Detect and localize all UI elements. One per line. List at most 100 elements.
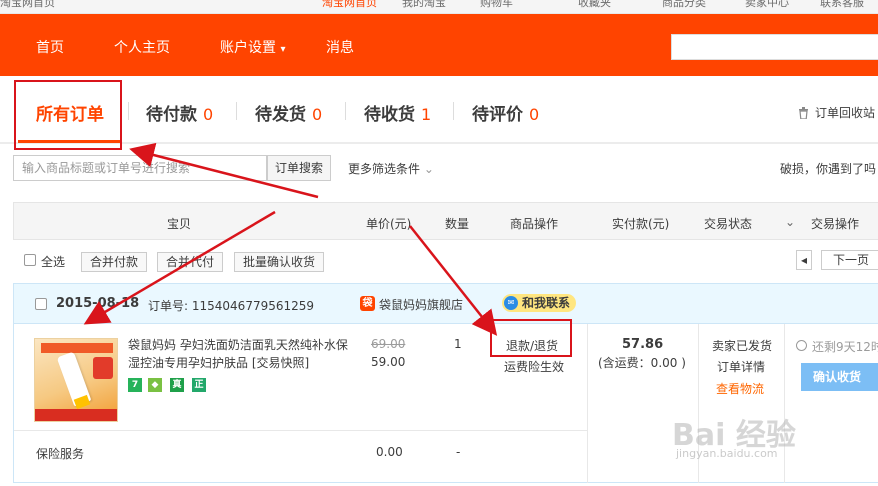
tab-pending-shipment[interactable]: 待发货 0 xyxy=(255,100,322,125)
batch-confirm-button[interactable]: 批量确认收货 xyxy=(234,252,325,272)
col-item: 宝贝 xyxy=(167,217,192,231)
insurance-quantity: - xyxy=(456,445,461,459)
nav-profile[interactable]: 个人主页 xyxy=(114,37,170,57)
shop-icon: 袋 xyxy=(360,296,375,311)
seven-day-return-icon: 7 xyxy=(128,378,142,392)
col-ops: 交易操作 xyxy=(811,217,860,231)
tab-divider xyxy=(236,102,237,120)
thumbnail-strip xyxy=(35,409,117,421)
product-thumbnail[interactable] xyxy=(34,338,118,422)
top-link-mytaobao[interactable]: 我的淘宝 xyxy=(402,0,446,10)
shipping-insurance-status: 运费险生效 xyxy=(504,360,565,374)
paid-amount: 57.86 xyxy=(622,337,664,352)
top-link-seller[interactable]: 卖家中心 xyxy=(745,0,789,10)
tab-count: 1 xyxy=(421,105,432,124)
order-status: 卖家已发货 xyxy=(712,339,773,353)
thumbnail-banner xyxy=(41,343,113,353)
nav-messages[interactable]: 消息 xyxy=(326,37,354,57)
tab-label: 待发货 xyxy=(255,105,306,125)
tab-label: 待评价 xyxy=(472,105,523,125)
order-detail-link[interactable]: 订单详情 xyxy=(717,358,765,375)
top-link-home[interactable]: 淘宝网首页 xyxy=(0,0,55,10)
order-search-button[interactable]: 订单搜索 xyxy=(267,155,331,181)
top-strip: 淘宝网首页 淘宝网首页 我的淘宝 购物车 收藏夹 商品分类 卖家中心 联系客服 xyxy=(0,0,878,14)
order-tabs: 所有订单 待付款 0 待发货 0 待收货 1 待评价 0 订单回收站 xyxy=(0,76,878,144)
top-link-cart[interactable]: 购物车 xyxy=(480,0,513,10)
top-link-category[interactable]: 商品分类 xyxy=(662,0,706,10)
item-quantity: 1 xyxy=(454,337,462,351)
merge-proxy-button[interactable]: 合并代付 xyxy=(157,252,224,272)
top-link-service[interactable]: 联系客服 xyxy=(820,0,864,10)
contact-seller-label: 和我联系 xyxy=(522,296,571,310)
shop-name-link[interactable]: 袋鼠妈妈旗舰店 xyxy=(379,296,463,313)
order-checkbox[interactable] xyxy=(35,298,47,310)
top-link-fav[interactable]: 收藏夹 xyxy=(578,0,611,10)
col-unit-price: 单价(元) xyxy=(366,217,412,231)
chevron-down-icon: ▾ xyxy=(280,44,286,55)
order-number: 订单号: 1154046779561259 xyxy=(148,297,314,314)
prev-page-button[interactable]: ◂ xyxy=(796,250,812,270)
chevron-down-icon[interactable]: ⌄ xyxy=(785,215,795,229)
tab-count: 0 xyxy=(203,105,214,124)
merge-pay-button[interactable]: 合并付款 xyxy=(81,252,148,272)
tab-pending-review[interactable]: 待评价 0 xyxy=(472,100,539,125)
order-number-value: 1154046779561259 xyxy=(191,299,315,313)
bulk-actions-row: 全选 合并付款 合并代付 批量确认收货 ◂ 下一页 xyxy=(13,248,878,274)
tab-label: 待付款 xyxy=(146,105,197,125)
thumbnail-badge xyxy=(93,357,113,379)
recycle-bin-link[interactable]: 订单回收站 xyxy=(798,104,875,121)
recycle-bin-label: 订单回收站 xyxy=(815,106,876,120)
divider xyxy=(587,324,588,483)
col-paid: 实付款(元) xyxy=(612,217,670,231)
genuine-icon: 正 xyxy=(192,378,206,392)
tab-label: 待收货 xyxy=(364,105,415,125)
annotation-box-refund xyxy=(490,319,572,357)
tab-divider xyxy=(128,102,129,120)
order-number-label: 订单号: xyxy=(148,299,189,313)
divider xyxy=(14,430,587,431)
shipping-fee: (含运费：0.00 ) xyxy=(598,356,686,370)
view-logistics-link[interactable]: 查看物流 xyxy=(716,380,764,397)
damage-notice-link[interactable]: 破损，你遇到了吗 xyxy=(780,160,876,177)
tab-pending-receipt[interactable]: 待收货 1 xyxy=(364,100,431,125)
contact-seller-button[interactable]: ✉ 和我联系 xyxy=(502,294,577,312)
annotation-box-all-orders xyxy=(14,80,122,150)
nav-account-settings-label: 账户设置 xyxy=(220,40,276,56)
nav-home[interactable]: 首页 xyxy=(36,37,64,57)
nav-account-settings[interactable]: 账户设置 ▾ xyxy=(220,37,285,57)
col-item-ops: 商品操作 xyxy=(510,217,559,231)
order-date: 2015-08-18 xyxy=(56,296,140,311)
select-all-label: 全选 xyxy=(41,255,66,269)
order-header: 2015-08-18 订单号: 1154046779561259 袋 袋鼠妈妈旗… xyxy=(14,284,878,324)
col-status: 交易状态 xyxy=(704,217,753,231)
order-search-input[interactable]: 输入商品标题或订单号进行搜索 xyxy=(13,155,267,181)
next-page-button[interactable]: 下一页 xyxy=(821,250,878,270)
tab-divider xyxy=(453,102,454,120)
nav-search-input[interactable] xyxy=(671,34,878,60)
orders-table-header: 宝贝 单价(元) 数量 商品操作 实付款(元) 交易状态 ⌄ 交易操作 xyxy=(13,202,878,240)
authentic-icon: 真 xyxy=(170,378,184,392)
confirm-receipt-button[interactable]: 确认收货 xyxy=(801,363,878,391)
time-remaining: 还剩9天12时 xyxy=(812,340,878,354)
product-title-text: 袋鼠妈妈 孕妇洗面奶洁面乳天然纯补水保湿控油专用孕妇护肤品 xyxy=(128,338,348,370)
trash-icon xyxy=(799,107,808,120)
snapshot-link[interactable]: [交易快照] xyxy=(252,356,309,370)
product-title[interactable]: 袋鼠妈妈 孕妇洗面奶洁面乳天然纯补水保湿控油专用孕妇护肤品 [交易快照] xyxy=(128,336,358,372)
current-price: 59.00 xyxy=(371,355,406,369)
tab-pending-payment[interactable]: 待付款 0 xyxy=(146,100,213,125)
divider xyxy=(784,324,785,483)
col-quantity: 数量 xyxy=(445,217,470,231)
insurance-price: 0.00 xyxy=(376,445,403,459)
insurance-service-label: 保险服务 xyxy=(36,447,85,461)
main-nav: 首页 个人主页 账户设置 ▾ 消息 xyxy=(0,14,878,76)
top-link-taobao[interactable]: 淘宝网首页 xyxy=(322,0,377,10)
select-all-checkbox[interactable] xyxy=(24,254,36,266)
tab-count: 0 xyxy=(312,105,323,124)
tab-divider xyxy=(345,102,346,120)
chevron-down-icon: ⌄ xyxy=(423,162,434,176)
guarantee-icon: ◆ xyxy=(148,378,162,392)
clock-icon xyxy=(796,340,807,351)
tab-count: 0 xyxy=(529,105,540,124)
more-filters-toggle[interactable]: 更多筛选条件 ⌄ xyxy=(348,160,434,177)
original-price: 69.00 xyxy=(371,337,406,351)
